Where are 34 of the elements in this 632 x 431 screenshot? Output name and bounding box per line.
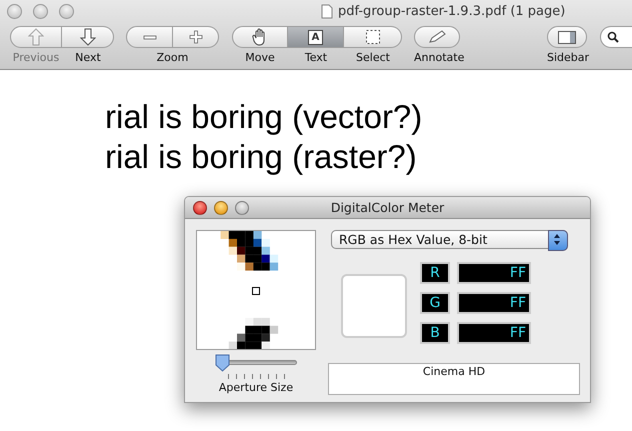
minimize-button[interactable] xyxy=(214,200,228,214)
slider-thumb[interactable] xyxy=(215,354,230,372)
channel-value: FF xyxy=(457,262,531,284)
document-text: rial is boring (vector?) xyxy=(105,97,422,137)
window-title: DigitalColor Meter xyxy=(330,200,444,215)
plus-icon xyxy=(188,30,202,44)
zoom-out-button[interactable] xyxy=(126,26,173,48)
search-icon xyxy=(607,31,619,43)
display-name-field: Cinema HD xyxy=(328,363,580,395)
channel-label: G xyxy=(420,292,450,314)
color-swatch xyxy=(341,274,407,338)
zoom-button[interactable] xyxy=(59,4,74,18)
up-arrow-icon xyxy=(28,28,44,46)
channel-value: FF xyxy=(457,322,531,344)
aperture-slider[interactable] xyxy=(215,354,297,372)
zoom-in-button[interactable] xyxy=(173,26,219,48)
text-tool-icon: A xyxy=(308,30,323,44)
document-icon xyxy=(321,4,333,18)
minimize-button[interactable] xyxy=(33,4,48,18)
mode-dropdown[interactable]: RGB as Hex Value, 8-bit xyxy=(331,230,568,249)
aperture-size-label: Aperture Size xyxy=(218,381,294,394)
zoom-button[interactable] xyxy=(235,200,249,214)
selection-icon xyxy=(364,29,380,45)
close-button[interactable] xyxy=(193,200,207,214)
sidebar-icon xyxy=(558,30,576,44)
zoom-label: Zoom xyxy=(156,51,188,64)
channel-label: R xyxy=(420,262,450,284)
window-title: pdf-group-raster-1.9.3.pdf (1 page) xyxy=(338,4,566,18)
document-text: rial is boring (raster?) xyxy=(105,137,417,177)
search-field[interactable] xyxy=(600,26,632,48)
channel-label: B xyxy=(420,322,450,344)
channel-value: FF xyxy=(457,292,531,314)
pencil-icon xyxy=(428,30,446,44)
down-arrow-icon xyxy=(80,28,96,46)
